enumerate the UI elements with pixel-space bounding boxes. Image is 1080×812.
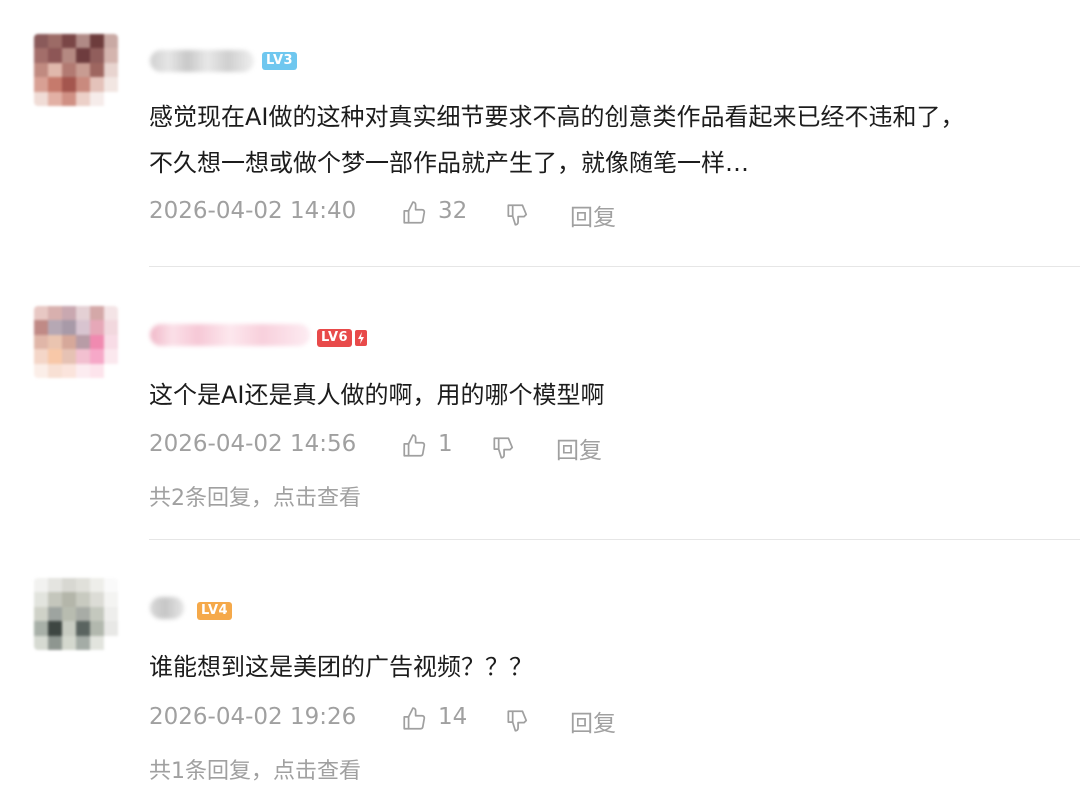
thumbs-up-icon[interactable] bbox=[401, 433, 427, 459]
avatar[interactable] bbox=[34, 306, 118, 378]
comment-text-line: 不久想一想或做个梦一部作品就产生了，就像随笔一样… bbox=[149, 149, 749, 177]
lightning-icon bbox=[355, 330, 367, 346]
divider bbox=[149, 266, 1080, 267]
timestamp: 2026-04-02 14:56 bbox=[149, 431, 357, 457]
timestamp: 2026-04-02 19:26 bbox=[149, 704, 357, 730]
thumbs-down-icon[interactable] bbox=[504, 202, 530, 228]
comment-text-line: 谁能想到这是美团的广告视频？？？ bbox=[149, 653, 533, 681]
username[interactable] bbox=[150, 597, 184, 619]
username[interactable] bbox=[150, 324, 310, 346]
like-count: 14 bbox=[438, 704, 468, 730]
divider bbox=[149, 539, 1080, 540]
like-count: 32 bbox=[438, 198, 468, 224]
thumbs-down-icon[interactable] bbox=[490, 435, 516, 461]
level-badge: LV4 bbox=[197, 602, 233, 620]
view-replies-link[interactable]: 共1条回复，点击查看 bbox=[149, 753, 361, 785]
avatar[interactable] bbox=[34, 578, 118, 650]
timestamp: 2026-04-02 14:40 bbox=[149, 198, 357, 224]
comment-text-line: 感觉现在AI做的这种对真实细节要求不高的创意类作品看起来已经不违和了， bbox=[149, 103, 965, 131]
level-badge: LV3 bbox=[262, 52, 298, 70]
reply-button[interactable]: 回复 bbox=[556, 431, 602, 465]
reply-button[interactable]: 回复 bbox=[570, 198, 616, 232]
reply-button[interactable]: 回复 bbox=[570, 704, 616, 738]
thumbs-down-icon[interactable] bbox=[504, 708, 530, 734]
comment-text-line: 这个是AI还是真人做的啊，用的哪个模型啊 bbox=[149, 381, 605, 409]
view-replies-link[interactable]: 共2条回复，点击查看 bbox=[149, 480, 361, 512]
thumbs-up-icon[interactable] bbox=[401, 200, 427, 226]
like-count: 1 bbox=[438, 431, 453, 457]
username[interactable] bbox=[150, 50, 254, 72]
avatar[interactable] bbox=[34, 34, 118, 106]
thumbs-up-icon[interactable] bbox=[401, 706, 427, 732]
level-badge: LV6 bbox=[317, 329, 353, 347]
